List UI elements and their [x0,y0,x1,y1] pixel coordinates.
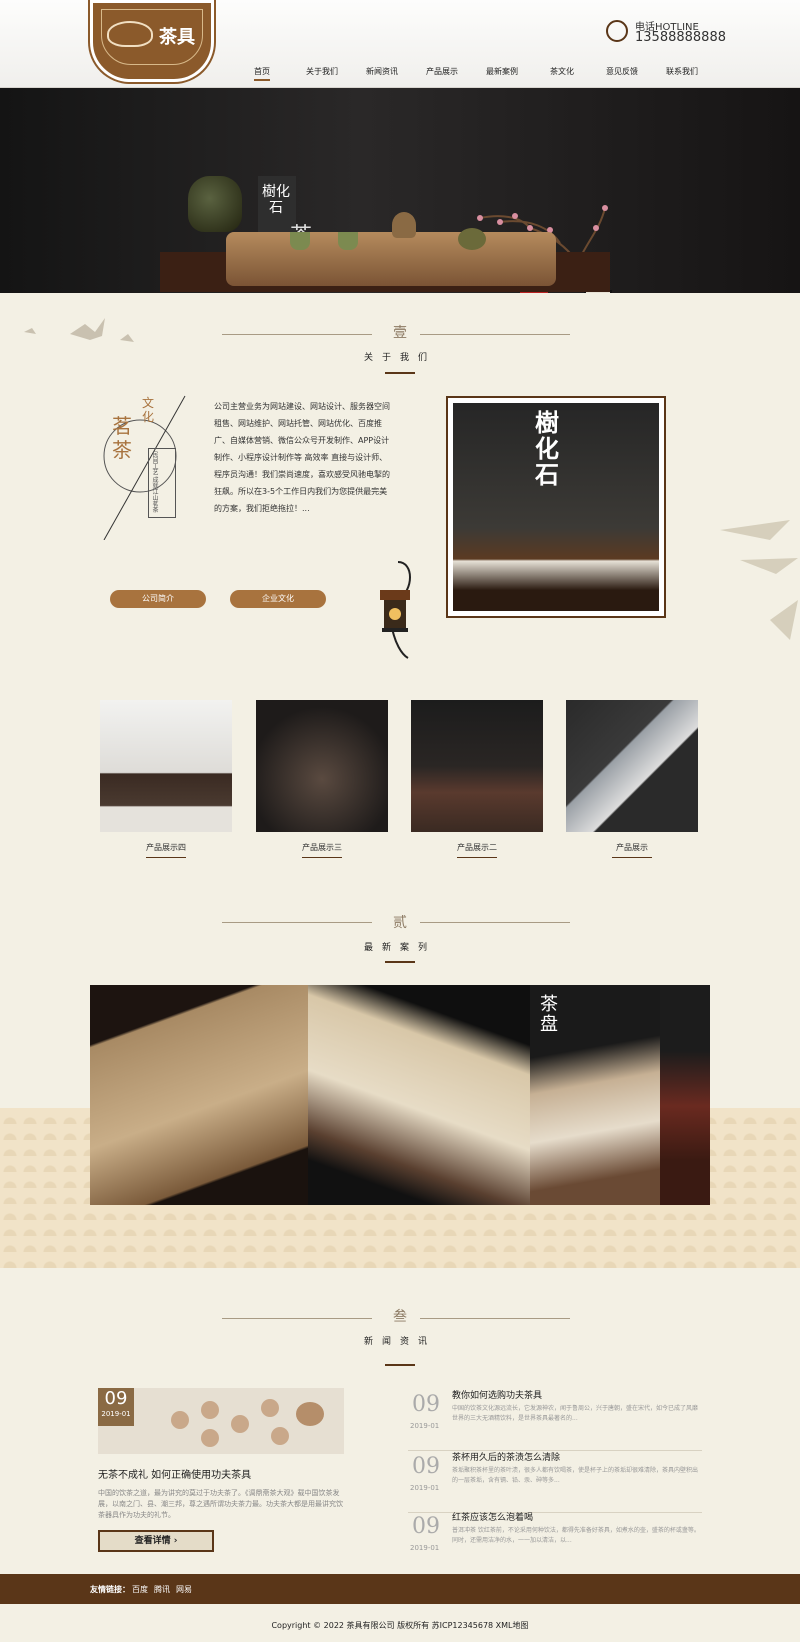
product-card[interactable]: 产品展示二 [411,700,543,858]
view-details-button[interactable]: 查看详情 › [98,1530,214,1552]
emblem-vertical-text: 民间工艺 成就江山茗茶 [151,451,158,513]
case-badge: 茶盘 [540,994,558,1035]
case-image[interactable] [660,985,710,1205]
header: 茶具 电话HOTLINE 13588888888 首页 关于我们 新闻资讯 产品… [0,0,800,88]
news-title[interactable]: 红茶应该怎么泡着喝 [452,1510,533,1523]
emblem-vertical-box: 民间工艺 成就江山茗茶 [148,448,176,518]
section-number: 叁 [393,1309,407,1325]
product-image[interactable] [566,700,698,832]
teapot-icon [107,21,153,47]
nav-tea-culture[interactable]: 茶文化 [550,66,574,77]
hotline-number: 13588888888 [635,30,726,45]
friend-links-label: 友情链接： [90,1585,130,1594]
product-label[interactable]: 产品展示三 [256,842,388,853]
phone-icon [606,20,628,42]
product-underline [612,857,652,858]
tea-cups-illustration [171,1399,324,1447]
case-image[interactable]: 茶盘 [530,985,664,1205]
nav-home[interactable]: 首页 [254,66,270,81]
friend-link-netease[interactable]: 网易 [176,1584,192,1595]
product-card[interactable]: 产品展示 [566,700,698,858]
iron-teapot [188,176,242,232]
tea-culture-emblem: 茗茶 文化 民间工艺 成就江山茗茶 [100,390,200,540]
news-desc: 普洱冲茶 饮红茶前，不论采用何种饮法，都得先准备好茶具，如煮水的壶，盛茶的杯或盏… [452,1527,700,1544]
cases-section-title: 贰 最新案列 [0,912,800,953]
section-number: 贰 [393,915,407,931]
nav-about[interactable]: 关于我们 [306,66,338,77]
product-image[interactable] [411,700,543,832]
logo-text: 茶具 [159,27,195,48]
section-heading-underline [385,961,415,963]
case-image[interactable] [90,985,308,1205]
news-title[interactable]: 教你如何选购功夫茶具 [452,1388,542,1401]
nav-cases[interactable]: 最新案例 [486,66,518,77]
product-underline [146,857,186,858]
emblem-big-text: 茗茶 [112,414,132,462]
news-day: 09 [412,1454,440,1479]
tea-cup [338,232,358,250]
friend-link-tencent[interactable]: 腾讯 [154,1584,170,1595]
date-month: 2019-01 [101,1410,131,1418]
product-card[interactable]: 产品展示三 [256,700,388,858]
featured-news-title[interactable]: 无茶不成礼 如何正确使用功夫茶具 [98,1466,251,1481]
news-day: 09 [412,1514,440,1539]
product-label[interactable]: 产品展示二 [411,842,543,853]
news-title[interactable]: 茶杯用久后的茶渍怎么清除 [452,1450,560,1463]
product-card[interactable]: 产品展示四 [100,700,232,858]
friend-link-baidu[interactable]: 百度 [132,1584,148,1595]
bamboo-decoration [720,520,798,640]
emblem-small-text: 文化 [142,396,155,424]
featured-news-date: 09 2019-01 [98,1388,134,1426]
copyright: Copyright © 2022 茶具有限公司 版权所有 苏ICP1234567… [271,1621,529,1630]
featured-news-desc: 中国的饮茶之道，最为讲究的莫过于功夫茶了。《调鼎斋茶大观》载中国饮茶发展，以南之… [98,1489,343,1519]
news-day: 09 [412,1392,440,1417]
logo[interactable]: 茶具 [90,0,214,82]
news-month: 2019-01 [410,1544,440,1552]
news-section-title: 叁 新闻资讯 [0,1306,800,1347]
cases-gallery: 茶盘 [90,985,710,1205]
company-intro-button[interactable]: 公司简介 [110,590,206,608]
news-desc: 茶垢聚积茶杯里的茶叶渍，很多人都有饮喝茶，使是杯子上的茶垢却很难清除，茶具内壁积… [452,1467,699,1484]
nav-feedback[interactable]: 意见反馈 [606,66,638,77]
section-heading: 最新案列 [363,943,436,953]
section-heading-underline [385,1364,415,1366]
small-teapot [458,228,486,250]
lantern-decoration [380,561,411,659]
product-underline [302,857,342,858]
view-details-label: 查看详情 [134,1536,171,1546]
nav-news[interactable]: 新闻资讯 [366,66,398,77]
product-image[interactable] [256,700,388,832]
section-heading-underline [385,372,415,374]
news-desc: 中国的饮茶文化源远流长，它发源神农，闻于鲁周公，兴于唐朝，盛在宋代，如今已成了风… [452,1405,699,1422]
product-label[interactable]: 产品展示四 [100,842,232,853]
tea-tray [226,232,556,286]
about-paragraph: 公司主营业务为网站建设、网站设计、服务器空间租售、网站维护、网站托管、网站优化、… [214,402,390,513]
footer-links-bar: 友情链接： 百度 腾讯 网易 [0,1574,800,1604]
main-nav: 首页 关于我们 新闻资讯 产品展示 最新案例 茶文化 意见反馈 联系我们 [240,66,710,82]
company-culture-button[interactable]: 企业文化 [230,590,326,608]
case-image[interactable] [308,985,530,1205]
nav-contact[interactable]: 联系我们 [666,66,698,77]
product-image[interactable] [100,700,232,832]
about-image-calligraphy: 樹化石 [535,409,559,489]
section-heading: 关于我们 [363,353,436,363]
product-label[interactable]: 产品展示 [566,842,698,853]
section-number: 壹 [393,325,407,341]
banner-calligraphy-text: 樹化石 [262,184,290,216]
nav-products[interactable]: 产品展示 [426,66,458,77]
tea-cup [290,232,310,250]
product-underline [457,857,497,858]
tea-pet-figurine [392,212,416,238]
section-heading: 新闻资讯 [363,1337,436,1347]
date-day: 09 [104,1388,128,1409]
news-month: 2019-01 [410,1484,440,1492]
news-month: 2019-01 [410,1422,440,1430]
about-section-title: 壹 关于我们 [0,322,800,363]
